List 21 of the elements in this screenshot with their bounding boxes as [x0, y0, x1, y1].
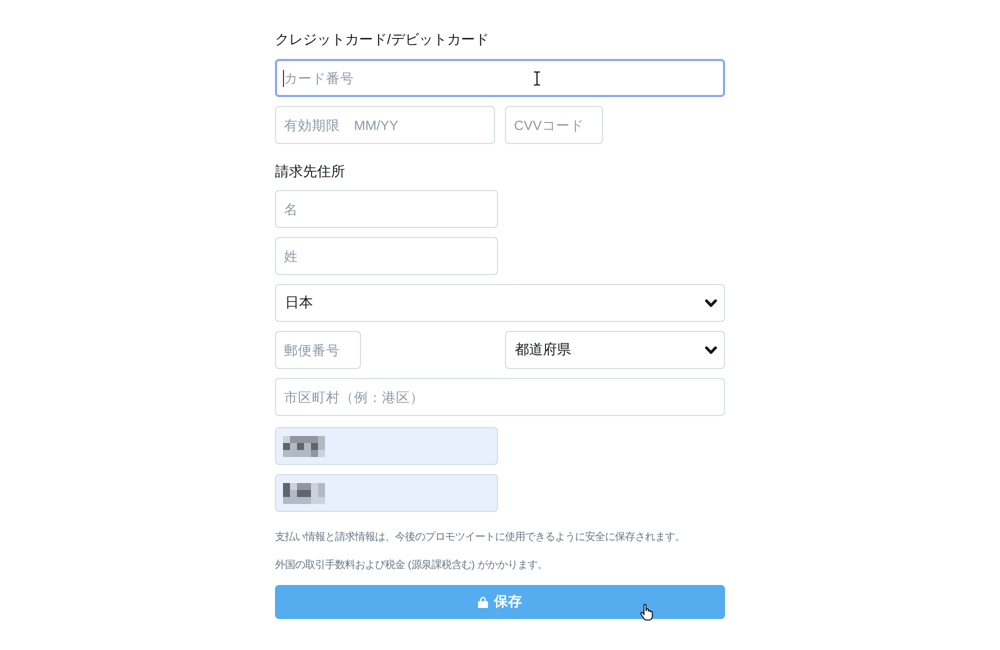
expiry-date-field[interactable]: 有効期限 MM/YY: [275, 106, 495, 144]
lock-icon: [478, 596, 488, 608]
cvv-field[interactable]: CVVコード: [505, 106, 603, 144]
hand-pointer-cursor-icon: [640, 604, 654, 621]
last-name-field[interactable]: 姓: [275, 237, 498, 275]
payment-notice-text: 外国の取引手数料および税金 (源泉課税含む) がかかります。: [275, 558, 548, 573]
i-beam-cursor-icon: [533, 71, 541, 86]
prefecture-select[interactable]: 都道府県: [505, 331, 725, 369]
city-field[interactable]: 市区町村（例：港区）: [275, 378, 725, 416]
address-field[interactable]: [275, 474, 498, 512]
text-caret-icon: [283, 70, 284, 87]
section-heading: クレジットカード/デビットカード: [275, 30, 489, 49]
postal-code-field[interactable]: 郵便番号: [275, 331, 361, 369]
address-field[interactable]: [275, 427, 498, 465]
country-select[interactable]: 日本: [275, 284, 725, 322]
card-number-field[interactable]: カード番号: [275, 59, 725, 97]
first-name-field[interactable]: 名: [275, 190, 498, 228]
chevron-down-icon: [705, 298, 717, 308]
payment-notice-text: 支払い情報と請求情報は、今後のプロモツイートに使用できるように安全に保存されます。: [275, 530, 685, 545]
section-heading: 請求先住所: [275, 162, 345, 181]
chevron-down-icon: [705, 346, 717, 354]
